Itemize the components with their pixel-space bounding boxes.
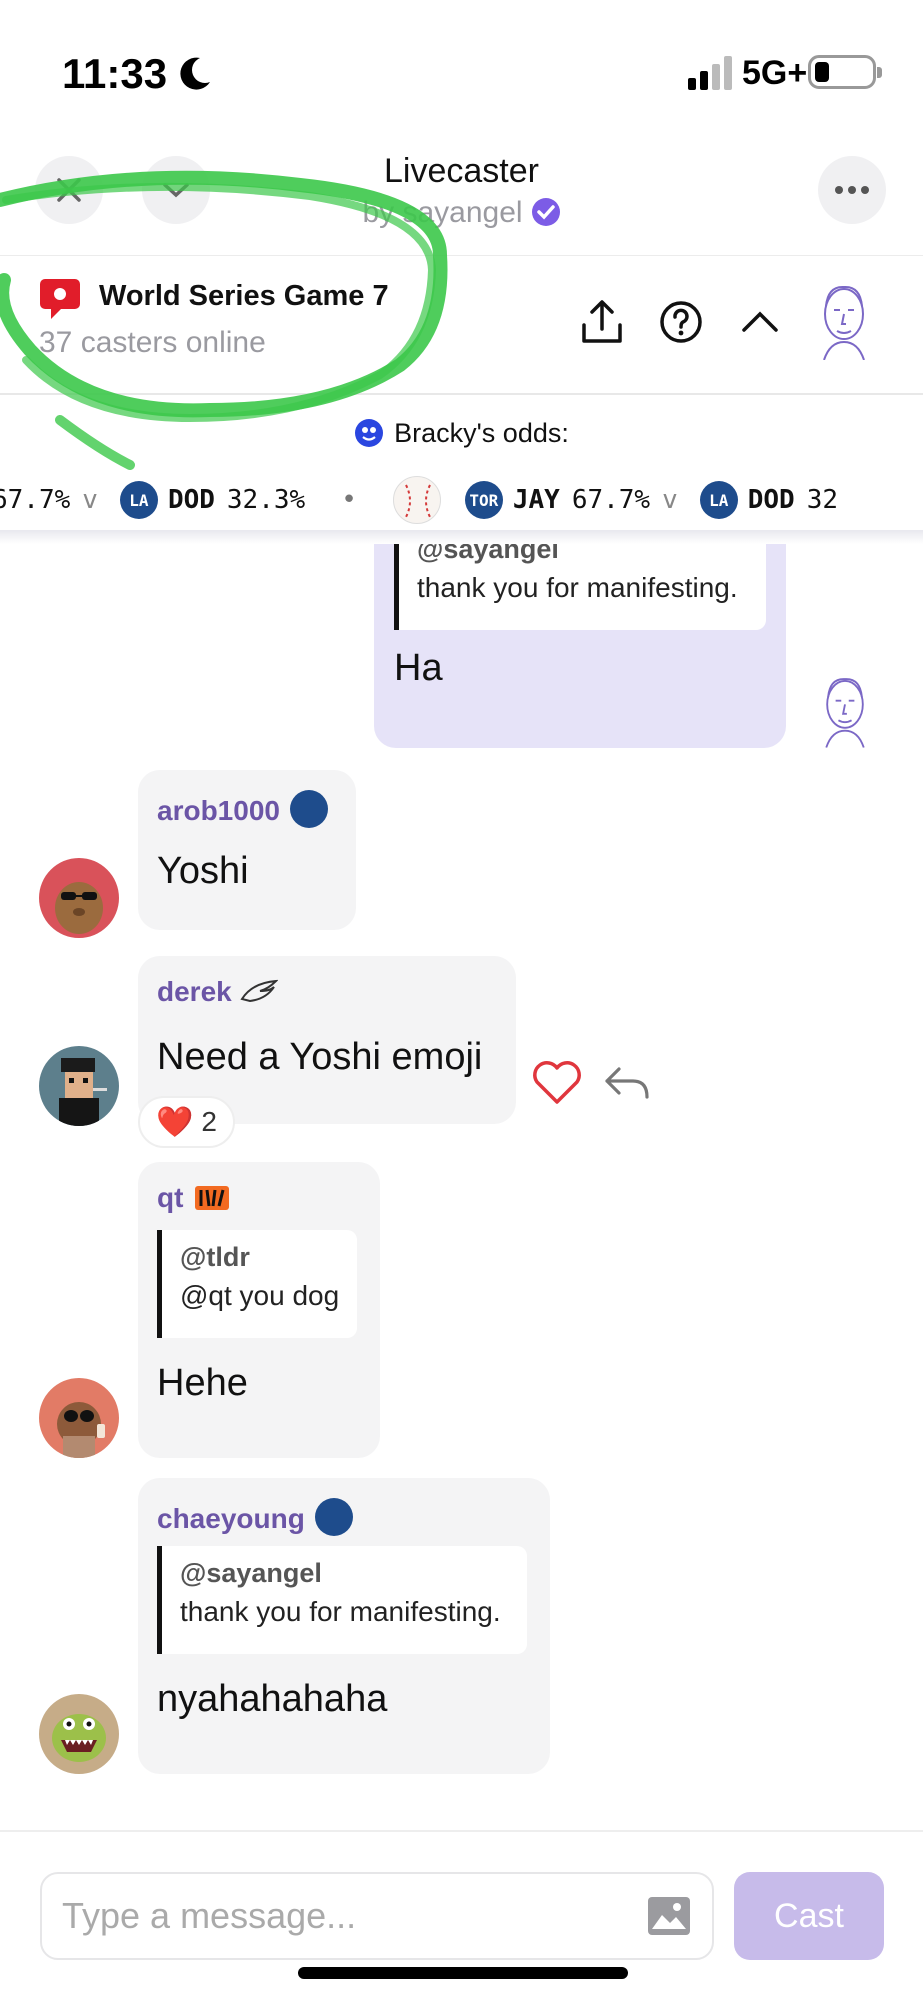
heart-reaction-icon: ❤️ [156, 1105, 194, 1139]
bluejays-logo-icon: TOR [464, 481, 503, 519]
user-avatar[interactable] [39, 1046, 119, 1126]
username: derek [157, 976, 232, 1007]
quoted-user: @sayangel [417, 544, 559, 564]
odds-vs: v [82, 485, 98, 515]
my-message-bubble: @sayangel thank you for manifesting. Ha [374, 544, 786, 748]
signal-icon [688, 56, 732, 90]
more-icon [835, 186, 869, 194]
user-avatar[interactable] [39, 1378, 119, 1458]
message-user[interactable]: chaeyoung [157, 1498, 353, 1536]
user-avatar[interactable] [39, 1694, 119, 1774]
username: qt [157, 1182, 184, 1213]
bluejays-badge-icon [289, 790, 328, 828]
odds-pct: 67.7% [0, 485, 71, 515]
home-indicator [298, 1967, 628, 1979]
reaction-chip[interactable]: ❤️ 2 [138, 1096, 235, 1148]
live-icon [40, 279, 80, 319]
message-text: Yoshi [157, 850, 249, 892]
page-title: Livecaster [384, 152, 539, 190]
message-bubble: qt @tldr @qt you dog Hehe [138, 1162, 380, 1458]
message-user[interactable]: derek [157, 976, 279, 1008]
message-text: Hehe [157, 1362, 248, 1404]
status-bar: 11:33 5G+ [0, 0, 923, 140]
username: arob1000 [157, 795, 280, 826]
message-user[interactable]: qt [157, 1182, 230, 1214]
share-button[interactable] [576, 296, 628, 348]
message-bubble: arob1000 Yoshi [138, 770, 356, 930]
quoted-message[interactable]: @sayangel thank you for manifesting. [157, 1546, 527, 1654]
network-label: 5G+ [742, 54, 808, 92]
odds-shadow [0, 530, 923, 544]
verified-icon [531, 198, 560, 226]
header: Livecaster by sayangel [0, 140, 923, 255]
team-code: DOD [167, 485, 215, 515]
cast-button[interactable]: Cast [734, 1872, 884, 1960]
dodgers-logo-icon: LA [119, 481, 158, 519]
odds-label-text: Bracky's odds: [394, 418, 569, 448]
my-avatar[interactable] [815, 670, 875, 750]
message-text: Ha [394, 647, 443, 689]
composer-divider [0, 1830, 923, 1832]
like-button[interactable] [530, 1056, 584, 1110]
quoted-text: thank you for manifesting. [417, 572, 738, 603]
odds-ticker: 67.7% v LA DOD 32.3% • TOR JAY 67.7% v L… [0, 470, 923, 530]
baseball-icon [392, 476, 441, 524]
quoted-message[interactable]: @sayangel thank you for manifesting. [394, 544, 766, 630]
byline-text: by sayangel [362, 196, 523, 229]
message-input[interactable] [40, 1872, 714, 1960]
dodgers-logo-icon: LA [699, 481, 738, 519]
image-icon[interactable] [648, 1897, 690, 1935]
reaction-count: 2 [201, 1106, 217, 1137]
more-button[interactable] [818, 156, 886, 224]
quoted-text: @qt you dog [180, 1280, 340, 1311]
status-time: 11:33 [62, 50, 168, 97]
eagles-badge-icon [240, 979, 279, 1003]
casters-online: 37 casters online [39, 326, 266, 359]
message-user[interactable]: arob1000 [157, 790, 328, 828]
odds-vs: v [662, 485, 678, 515]
team-code: JAY [512, 485, 560, 515]
odds-row: 67.7% v LA DOD 32.3% • TOR JAY 67.7% v L… [0, 476, 838, 524]
moon-icon [180, 57, 210, 90]
bengals-badge-icon [195, 1186, 230, 1210]
share-icon [582, 300, 622, 343]
odds-label: Bracky's odds: [0, 418, 923, 449]
chevron-up-icon [742, 311, 778, 332]
bracky-icon [355, 419, 384, 447]
user-avatar[interactable] [39, 858, 119, 938]
message-text: Need a Yoshi emoji [157, 1036, 483, 1078]
reply-button[interactable] [600, 1056, 654, 1110]
game-bar: World Series Game 7 37 casters online [0, 255, 923, 395]
quoted-message[interactable]: @tldr @qt you dog [157, 1230, 357, 1338]
heart-icon [533, 1061, 581, 1104]
reply-icon [605, 1067, 649, 1099]
odds-pct: 32 [806, 485, 839, 515]
username: chaeyoung [157, 1503, 305, 1534]
quoted-text: thank you for manifesting. [180, 1596, 501, 1627]
battery-icon [808, 55, 882, 89]
help-icon [660, 301, 702, 343]
quoted-user: @tldr [180, 1242, 250, 1272]
profile-avatar[interactable] [812, 280, 876, 360]
separator-dot: • [341, 485, 357, 515]
help-button[interactable] [655, 296, 707, 348]
bluejays-badge-icon [314, 1498, 353, 1536]
chat-feed[interactable]: @sayangel thank you for manifesting. Ha … [0, 544, 923, 1830]
odds-pct: 67.7% [571, 485, 651, 515]
message-text: nyahahahaha [157, 1678, 388, 1720]
odds-pct: 32.3% [226, 485, 306, 515]
byline: by sayangel [0, 196, 923, 230]
message-bubble: chaeyoung @sayangel thank you for manife… [138, 1478, 550, 1774]
collapse-game-button[interactable] [734, 296, 786, 348]
team-code: DOD [747, 485, 795, 515]
game-title: World Series Game 7 [99, 280, 389, 312]
quoted-user: @sayangel [180, 1558, 322, 1588]
